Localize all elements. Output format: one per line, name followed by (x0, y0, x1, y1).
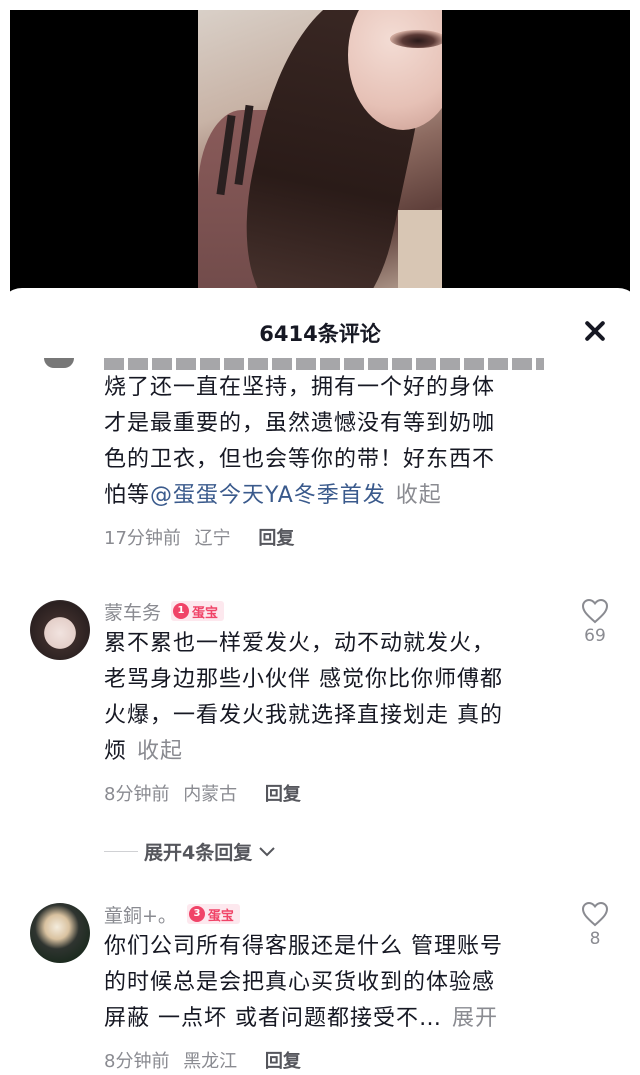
comment-line: 老骂身边那些小伙伴 感觉你比你师傅都 (104, 667, 503, 692)
comment-line: 你们公司所有得客服还是什么 管理账号 (104, 934, 503, 959)
comment-line: 怕等@蛋蛋今天YA冬季首发 收起 (104, 478, 544, 514)
comment-meta: 17分钟前 辽宁 回复 (104, 524, 544, 550)
avatar[interactable] (30, 903, 90, 963)
comment-location: 内蒙古 (183, 784, 238, 805)
comments-sheet: 6414条评论 烧了还一直在坚持，拥有一个好的身体 才是最重要的，虽然遗憾没有等… (0, 288, 640, 1075)
badge-label: 蛋宝 (207, 908, 234, 924)
badge-label: 蛋宝 (192, 605, 219, 621)
heart-outline-icon (581, 598, 609, 624)
comment-location: 黑龙江 (183, 1051, 238, 1072)
comment-line-end: 屏蔽 一点坏 或者问题都接受不… (104, 1006, 442, 1031)
fan-badge: 3 蛋宝 (186, 904, 240, 924)
comment-meta: 8分钟前 内蒙古 回复 (104, 780, 544, 806)
chevron-down-icon (259, 846, 275, 856)
comment-time: 8分钟前 (104, 1051, 170, 1072)
comment-line: 烧了还一直在坚持，拥有一个好的身体 (104, 375, 496, 400)
comment-location: 辽宁 (194, 528, 231, 549)
heart-outline-icon (581, 901, 609, 927)
comment-line: 累不累也一样爱发火，动不动就发火， (104, 631, 496, 656)
comment-item: 烧了还一直在坚持，拥有一个好的身体 才是最重要的，虽然遗憾没有等到奶咖 色的卫衣… (104, 370, 544, 550)
expand-replies-button[interactable]: 展开4条回复 (104, 838, 276, 865)
comment-line: 色的卫衣，但也会等你的带！好东西不 (104, 447, 496, 472)
video-thumbnail (198, 10, 442, 300)
badge-level: 3 (188, 906, 205, 922)
expand-replies-label: 展开4条回复 (144, 842, 253, 864)
comment-line: 屏蔽 一点坏 或者问题都接受不… 展开 (104, 1001, 544, 1037)
like-count: 8 (589, 929, 601, 949)
comment-line: 的时候总是会把真心买货收到的体验感 (104, 970, 496, 995)
comment-time: 8分钟前 (104, 784, 170, 805)
username[interactable]: 蒙车务 (104, 598, 161, 625)
comment-time: 17分钟前 (104, 528, 181, 549)
like-count: 69 (584, 626, 606, 646)
comment-line: 火爆，一看发火我就选择直接划走 真的 (104, 703, 503, 728)
expand-link[interactable]: 展开 (452, 1006, 498, 1031)
mention-link[interactable]: @蛋蛋今天YA冬季首发 (150, 483, 386, 508)
reply-button[interactable]: 回复 (265, 1051, 301, 1072)
like-button[interactable]: 8 (580, 901, 610, 949)
close-icon[interactable] (584, 320, 606, 342)
like-button[interactable]: 69 (580, 598, 610, 646)
collapse-link[interactable]: 收起 (137, 739, 183, 764)
collapse-link[interactable]: 收起 (396, 483, 442, 508)
avatar[interactable] (30, 600, 90, 660)
comment-body: 你们公司所有得客服还是什么 管理账号 的时候总是会把真心买货收到的体验感 屏蔽 … (104, 929, 544, 1073)
comment-line: 才是最重要的，虽然遗憾没有等到奶咖 (104, 411, 496, 436)
comment-body: 累不累也一样爱发火，动不动就发火， 老骂身边那些小伙伴 感觉你比你师傅都 火爆，… (104, 626, 544, 806)
comment-line-end: 烦 (104, 739, 128, 764)
comment-line-prefix: 怕等 (104, 483, 151, 508)
cut-off-text-line (104, 358, 544, 370)
video-collar (398, 210, 442, 300)
video-area (0, 0, 640, 300)
reply-button[interactable]: 回复 (265, 784, 301, 805)
comment-count-title: 6414条评论 (259, 322, 381, 346)
username-row: 童銅+。 3 蛋宝 (104, 901, 240, 927)
reply-button[interactable]: 回复 (258, 528, 294, 549)
video-eye (390, 30, 442, 48)
username-row: 蒙车务 1 蛋宝 (104, 598, 225, 625)
comment-line: 烦收起 (104, 734, 544, 770)
comment-meta: 8分钟前 黑龙江 回复 (104, 1047, 544, 1073)
divider-line (104, 851, 138, 852)
fan-badge: 1 蛋宝 (171, 601, 225, 621)
comment-text: 烧了还一直在坚持，拥有一个好的身体 才是最重要的，虽然遗憾没有等到奶咖 色的卫衣… (104, 370, 544, 514)
badge-level: 1 (173, 603, 190, 619)
comment-text: 你们公司所有得客服还是什么 管理账号 的时候总是会把真心买货收到的体验感 屏蔽 … (104, 929, 544, 1037)
comment-text: 累不累也一样爱发火，动不动就发火， 老骂身边那些小伙伴 感觉你比你师傅都 火爆，… (104, 626, 544, 770)
video-player[interactable] (10, 10, 630, 300)
username[interactable]: 童銅+。 (104, 901, 177, 928)
